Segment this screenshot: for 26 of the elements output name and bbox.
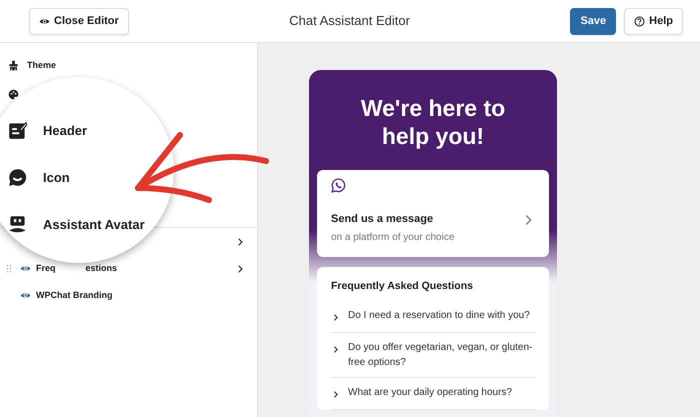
robot-icon xyxy=(8,215,27,234)
chevron-icon xyxy=(331,312,340,322)
chevron-icon xyxy=(331,344,340,354)
save-button[interactable]: Save xyxy=(570,8,616,34)
message-card[interactable]: Send us a message on a platform of your choice xyxy=(317,170,549,257)
preview-heading: We're here to help you! xyxy=(360,94,506,150)
close-editor-button[interactable]: Close Editor xyxy=(29,8,129,34)
sidebar-item[interactable]: Theme xyxy=(27,58,56,72)
sidebar-item-partial[interactable]: Freq xyxy=(36,262,56,276)
faq-question[interactable]: Do you offer vegetarian, vegan, or gluten-free options? xyxy=(348,340,535,370)
edit-icon xyxy=(8,121,27,140)
faq-title: Frequently Asked Questions xyxy=(331,279,474,294)
brush-icon xyxy=(8,60,19,71)
editor-title: Chat Assistant Editor xyxy=(289,12,410,30)
message-card-title: Send us a message xyxy=(331,212,434,226)
chat-icon xyxy=(8,168,27,187)
help-icon xyxy=(634,16,646,26)
help-button[interactable]: Help xyxy=(624,8,683,34)
faq-question[interactable]: Do I need a reservation to dine with you? xyxy=(348,308,530,325)
chevron-icon xyxy=(331,390,340,399)
whatsapp-icon xyxy=(331,178,346,193)
sidebar-item[interactable]: WPChat Branding xyxy=(36,288,112,302)
sidebar-item-partial[interactable]: estions xyxy=(86,262,118,276)
faq-question[interactable]: What are your daily operating hours? xyxy=(348,384,512,402)
message-card-subtitle: on a platform of your choice xyxy=(331,231,456,245)
palette-icon xyxy=(8,89,19,100)
